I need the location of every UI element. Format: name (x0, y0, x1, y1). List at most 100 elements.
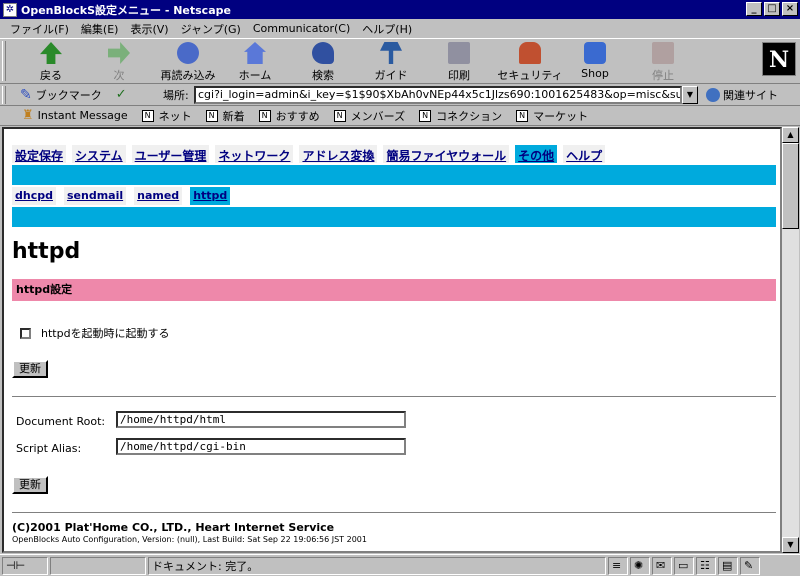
menu-communicator[interactable]: Communicator(C) (247, 22, 356, 35)
news-icon[interactable]: ☷ (696, 556, 716, 575)
minimize-button[interactable]: _ (746, 2, 762, 16)
tab-other[interactable]: その他 (515, 145, 558, 163)
related-button[interactable]: 関連サイト (706, 87, 778, 103)
docroot-input[interactable]: /home/httpd/html (116, 411, 406, 428)
search-button[interactable]: 検索 (290, 42, 356, 82)
back-button[interactable]: 戻る (18, 42, 84, 82)
netscape-logo[interactable]: N (762, 42, 796, 76)
close-button[interactable]: × (782, 2, 798, 16)
personal-item-recommend[interactable]: N おすすめ (258, 108, 320, 124)
tab-help[interactable]: ヘルプ (563, 145, 606, 163)
navigator-icon[interactable]: ✺ (630, 556, 650, 575)
subtab-httpd[interactable]: httpd (190, 187, 231, 205)
menu-help[interactable]: ヘルプ(H) (356, 21, 418, 37)
forward-button[interactable]: 次 (86, 42, 152, 82)
scroll-down-icon[interactable]: ▼ (782, 537, 799, 553)
composer-icon[interactable]: ▭ (674, 556, 694, 575)
tab-band (12, 165, 776, 185)
personal-item-net[interactable]: N ネット (141, 108, 192, 124)
back-icon (40, 42, 62, 64)
personal-item-instant-message[interactable]: ♜ Instant Message (22, 108, 128, 123)
location-dropdown-icon[interactable]: ▼ (682, 86, 698, 104)
maximize-button[interactable]: □ (764, 2, 780, 16)
personal-item-members[interactable]: N メンバーズ (333, 108, 406, 124)
app-icon: ✲ (3, 2, 17, 17)
subtab-sendmail[interactable]: sendmail (63, 187, 127, 205)
tab-user-management[interactable]: ユーザー管理 (131, 145, 210, 163)
startup-checkbox-label: httpdを起動時に起動する (41, 327, 170, 340)
forward-icon (108, 42, 130, 64)
page-proxy-icon[interactable]: ✓ (116, 87, 127, 102)
location-label: 場所: (163, 88, 189, 102)
personal-item-connection[interactable]: N コネクション (419, 108, 502, 124)
related-label: 関連サイト (723, 88, 778, 102)
page-icon: N (516, 109, 529, 122)
page-title: httpd (12, 239, 81, 264)
location-input[interactable]: cgi?i_login=admin&i_key=$1$90$XbAh0vNEp4… (194, 86, 682, 104)
menu-go[interactable]: ジャンプ(G) (175, 21, 247, 37)
person-icon: ♜ (22, 108, 34, 123)
tab-firewall[interactable]: 簡易ファイヤウォール (383, 145, 510, 163)
home-button[interactable]: ホーム (222, 42, 288, 82)
update-button[interactable]: 更新 (12, 360, 48, 378)
bookmarks-button[interactable]: ✎ ブックマーク (20, 87, 102, 103)
guide-icon (380, 42, 402, 64)
subtab-dhcpd[interactable]: dhcpd (12, 187, 56, 205)
reload-label: 再読み込み (160, 69, 216, 82)
script-alias-label: Script Alias: (16, 442, 82, 455)
scroll-thumb[interactable] (782, 143, 799, 229)
update-paths-button[interactable]: 更新 (12, 476, 48, 494)
stop-button[interactable]: 停止 (630, 42, 696, 82)
stop-label: 停止 (652, 69, 674, 82)
forward-label: 次 (113, 69, 125, 82)
tab-network[interactable]: ネットワーク (215, 145, 294, 163)
tab-system[interactable]: システム (72, 145, 126, 163)
tab-save-settings[interactable]: 設定保存 (12, 145, 67, 163)
mail-icon[interactable]: ✉ (652, 556, 672, 575)
lock-icon (519, 42, 541, 64)
edit-icon[interactable]: ✎ (740, 556, 760, 575)
personal-label: 新着 (222, 109, 245, 123)
personal-item-market[interactable]: N マーケット (516, 108, 588, 124)
footer-build-info: OpenBlocks Auto Configuration, Version: … (12, 535, 367, 544)
vertical-scrollbar[interactable]: ▲ ▼ (782, 127, 799, 553)
personal-label: メンバーズ (350, 109, 406, 123)
shop-button[interactable]: Shop (562, 42, 628, 82)
divider (12, 396, 776, 398)
personal-toolbar: ♜ Instant Message N ネット N 新着 N おすすめ N メンバーズ N… (0, 106, 800, 126)
window-title: OpenBlockS設定メニュー - Netscape (21, 3, 231, 17)
address-book-icon[interactable]: ▤ (718, 556, 738, 575)
page-icon: N (141, 109, 154, 122)
print-button[interactable]: 印刷 (426, 42, 492, 82)
script-alias-input[interactable]: /home/httpd/cgi-bin (116, 438, 406, 455)
stop-icon (652, 42, 674, 64)
scroll-up-icon[interactable]: ▲ (782, 127, 799, 143)
status-text: ドキュメント: 完了。 (148, 556, 606, 575)
page-icon: N (419, 109, 432, 122)
guide-button[interactable]: ガイド (358, 42, 424, 82)
shop-icon (584, 42, 606, 64)
security-button[interactable]: セキュリティ (494, 42, 566, 82)
location-toolbar: ✎ ブックマーク ✓ 場所: cgi?i_login=admin&i_key=$1… (0, 84, 800, 106)
menu-view[interactable]: 表示(V) (124, 21, 174, 37)
main-tabs: 設定保存 システム ユーザー管理 ネットワーク アドレス変換 簡易ファイヤウォー… (12, 145, 606, 163)
toolbar-grip[interactable] (2, 41, 6, 81)
menu-icon[interactable]: ≡ (608, 556, 628, 575)
security-label: セキュリティ (497, 69, 563, 82)
reload-icon (177, 42, 199, 64)
startup-checkbox[interactable] (20, 327, 31, 339)
page-icon: N (333, 109, 346, 122)
tab-address-translation[interactable]: アドレス変換 (299, 145, 378, 163)
menu-bar: ファイル(F) 編集(E) 表示(V) ジャンプ(G) Communicator… (0, 19, 800, 38)
reload-button[interactable]: 再読み込み (150, 42, 226, 82)
menu-file[interactable]: ファイル(F) (4, 21, 75, 37)
search-icon (312, 42, 334, 64)
menu-edit[interactable]: 編集(E) (75, 21, 125, 37)
navigation-toolbar: 戻る 次 再読み込み ホーム 検索 ガイド 印刷 セキュリティ Shop 停止 … (0, 38, 800, 84)
subtab-named[interactable]: named (134, 187, 183, 205)
browser-window: ✲ OpenBlockS設定メニュー - Netscape _ □ × ファイル… (0, 0, 800, 576)
location-grip[interactable] (2, 86, 6, 104)
personal-item-new[interactable]: N 新着 (205, 108, 245, 124)
footer-divider (12, 512, 776, 514)
personal-label: マーケット (533, 109, 589, 123)
